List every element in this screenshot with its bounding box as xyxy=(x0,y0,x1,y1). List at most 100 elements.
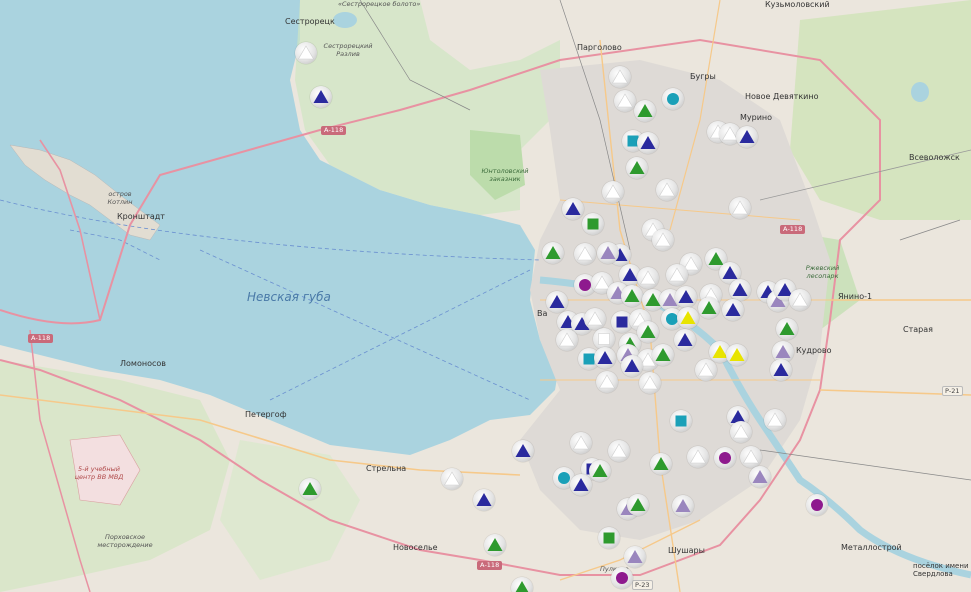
map-marker[interactable] xyxy=(730,421,752,443)
map-marker[interactable] xyxy=(637,132,659,154)
map-marker[interactable] xyxy=(582,213,604,235)
map-marker[interactable] xyxy=(295,42,317,64)
map-marker[interactable] xyxy=(589,460,611,482)
triangle-icon xyxy=(791,292,809,307)
lomonosov-label: Ломоносов xyxy=(120,359,166,368)
map-marker[interactable] xyxy=(473,489,495,511)
map-marker[interactable] xyxy=(614,90,636,112)
triangle-icon xyxy=(732,424,750,439)
map-marker[interactable] xyxy=(542,242,564,264)
map-marker[interactable] xyxy=(602,181,624,203)
map-marker[interactable] xyxy=(570,432,592,454)
map-marker[interactable] xyxy=(594,347,616,369)
map-marker[interactable] xyxy=(546,291,568,313)
triangle-icon xyxy=(600,246,616,259)
triangle-icon xyxy=(572,435,590,450)
map-marker[interactable] xyxy=(675,286,697,308)
map-marker[interactable] xyxy=(634,100,656,122)
map-marker[interactable] xyxy=(637,321,659,343)
map-marker[interactable] xyxy=(584,308,606,330)
map-marker[interactable] xyxy=(511,577,533,592)
training-center-label: 5-й учебный центр ВВ МВД xyxy=(74,465,124,481)
map-marker[interactable] xyxy=(608,440,630,462)
map-marker[interactable] xyxy=(670,410,692,432)
triangle-icon xyxy=(729,348,745,361)
kotlin-label: остров Котлин xyxy=(107,190,133,206)
map-marker[interactable] xyxy=(574,243,596,265)
triangle-icon xyxy=(779,322,795,335)
triangle-icon xyxy=(313,90,329,103)
map-marker[interactable] xyxy=(729,197,751,219)
map-marker[interactable] xyxy=(806,494,828,516)
map-marker[interactable] xyxy=(626,157,648,179)
map-marker[interactable] xyxy=(776,318,798,340)
map-view[interactable]: Невская губа Сестрорецк «Сестрорецкое бо… xyxy=(0,0,971,592)
map-marker[interactable] xyxy=(749,466,771,488)
circle-icon xyxy=(667,93,679,105)
triangle-icon xyxy=(675,499,691,512)
kronshtadt-label: Кронштадт xyxy=(117,212,165,221)
deposit-label: Порховское месторождение xyxy=(97,533,153,549)
triangle-icon xyxy=(640,325,656,338)
road-a118-west: А-118 xyxy=(28,334,54,343)
sestroretsk-label: Сестрорецк xyxy=(285,17,335,26)
triangle-icon xyxy=(689,449,707,464)
triangle-icon xyxy=(576,246,594,261)
map-marker[interactable] xyxy=(698,297,720,319)
square-icon xyxy=(675,415,687,427)
novoe-devyatkino-label: Новое Девяткино xyxy=(745,92,819,101)
map-marker[interactable] xyxy=(596,371,618,393)
map-marker[interactable] xyxy=(729,279,751,301)
map-marker[interactable] xyxy=(656,179,678,201)
map-marker[interactable] xyxy=(598,527,620,549)
map-marker[interactable] xyxy=(639,372,661,394)
map-marker[interactable] xyxy=(789,289,811,311)
map-marker[interactable] xyxy=(562,198,584,220)
triangle-icon xyxy=(725,303,741,316)
map-marker[interactable] xyxy=(672,495,694,517)
map-marker[interactable] xyxy=(674,329,696,351)
map-marker[interactable] xyxy=(597,242,619,264)
map-marker[interactable] xyxy=(770,359,792,381)
map-marker[interactable] xyxy=(666,264,688,286)
map-marker[interactable] xyxy=(662,88,684,110)
triangle-icon xyxy=(597,351,613,364)
map-marker[interactable] xyxy=(736,126,758,148)
map-marker[interactable] xyxy=(621,285,643,307)
map-marker[interactable] xyxy=(764,409,786,431)
map-marker[interactable] xyxy=(687,446,709,468)
staraya-label: Старая xyxy=(903,325,933,334)
map-marker[interactable] xyxy=(740,446,762,468)
map-marker[interactable] xyxy=(726,344,748,366)
map-marker[interactable] xyxy=(722,299,744,321)
map-marker[interactable] xyxy=(677,307,699,329)
yuntolovsky-label: Юнтоловский заказник xyxy=(481,167,529,183)
triangle-icon xyxy=(658,182,676,197)
map-marker[interactable] xyxy=(310,86,332,108)
map-marker[interactable] xyxy=(627,494,649,516)
triangle-icon xyxy=(616,93,634,108)
map-marker[interactable] xyxy=(611,567,633,589)
triangle-icon xyxy=(629,161,645,174)
map-marker[interactable] xyxy=(299,478,321,500)
map-marker[interactable] xyxy=(441,468,463,490)
triangle-icon xyxy=(752,470,768,483)
map-marker[interactable] xyxy=(652,229,674,251)
sestroretsk-razliv-label: Сестрорецкий Разлив xyxy=(323,42,373,58)
circle-icon xyxy=(719,452,731,464)
triangle-icon xyxy=(701,301,717,314)
map-marker[interactable] xyxy=(695,359,717,381)
map-marker[interactable] xyxy=(512,440,534,462)
map-marker[interactable] xyxy=(484,534,506,556)
map-marker[interactable] xyxy=(650,453,672,475)
road-a118-east: А-118 xyxy=(780,225,806,234)
triangle-icon xyxy=(515,444,531,457)
road-r21: Р-21 xyxy=(942,386,963,396)
map-marker[interactable] xyxy=(570,474,592,496)
map-marker[interactable] xyxy=(652,344,674,366)
map-marker[interactable] xyxy=(609,66,631,88)
map-marker[interactable] xyxy=(714,447,736,469)
map-marker[interactable] xyxy=(556,329,578,351)
map-marker[interactable] xyxy=(624,546,646,568)
triangle-icon xyxy=(732,283,748,296)
